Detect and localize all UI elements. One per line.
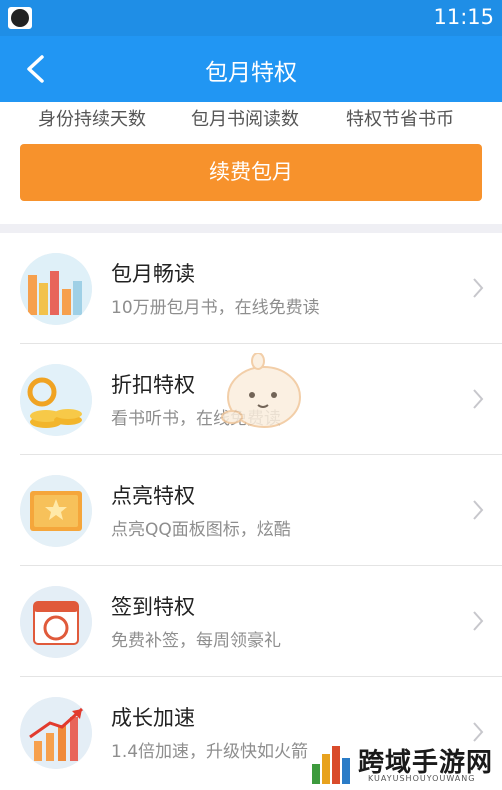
chevron-right-icon <box>473 611 484 631</box>
item-title: 包月畅读 <box>111 262 195 286</box>
nav-bar: 包月特权 <box>0 36 502 102</box>
item-title: 折扣特权 <box>111 373 195 397</box>
item-description: 10万册包月书，在线免费读 <box>111 298 320 318</box>
list-item-sign-in[interactable]: 签到特权 免费补签，每周领豪礼 <box>0 566 502 677</box>
mascot-overlay <box>221 353 301 428</box>
item-title: 点亮特权 <box>111 484 195 508</box>
watermark: 跨域手游网 KUAYUSHOUYOUWANG <box>308 738 502 790</box>
item-title: 成长加速 <box>111 706 195 730</box>
growth-arrow-icon <box>20 697 92 769</box>
stat-label-books: 包月书阅读数 <box>191 109 299 130</box>
renew-section: 续费包月 <box>0 136 502 224</box>
calendar-sign-icon <box>20 586 92 658</box>
watermark-logo-icon <box>312 746 350 784</box>
stats-bar: 身份持续天数 包月书阅读数 特权节省书币 <box>0 102 502 136</box>
status-time: 11:15 <box>433 5 494 29</box>
privilege-list: 包月畅读 10万册包月书，在线免费读 折扣特权 看书听书，在线免费读 点亮特权 … <box>0 233 502 790</box>
list-item-light-up[interactable]: 点亮特权 点亮QQ面板图标，炫酷 <box>0 455 502 566</box>
light-up-card-icon <box>20 475 92 547</box>
item-description: 1.4倍加速，升级快如火箭 <box>111 742 309 762</box>
discount-coins-icon <box>20 364 92 436</box>
app-notification-icon <box>6 5 34 31</box>
item-description: 免费补签，每周领豪礼 <box>111 631 281 651</box>
page-title: 包月特权 <box>205 60 297 86</box>
watermark-subtitle: KUAYUSHOUYOUWANG <box>368 774 476 783</box>
stat-label-saved: 特权节省书币 <box>346 109 454 130</box>
item-title: 签到特权 <box>111 595 195 619</box>
stat-label-days: 身份持续天数 <box>38 109 146 130</box>
renew-button[interactable]: 续费包月 <box>20 144 482 201</box>
item-description: 点亮QQ面板图标，炫酷 <box>111 520 291 540</box>
chevron-right-icon <box>473 389 484 409</box>
books-chart-icon <box>20 253 92 325</box>
chevron-right-icon <box>473 500 484 520</box>
chevron-right-icon <box>473 278 484 298</box>
status-bar: 11:15 <box>0 0 502 36</box>
list-item-monthly-read[interactable]: 包月畅读 10万册包月书，在线免费读 <box>0 233 502 344</box>
